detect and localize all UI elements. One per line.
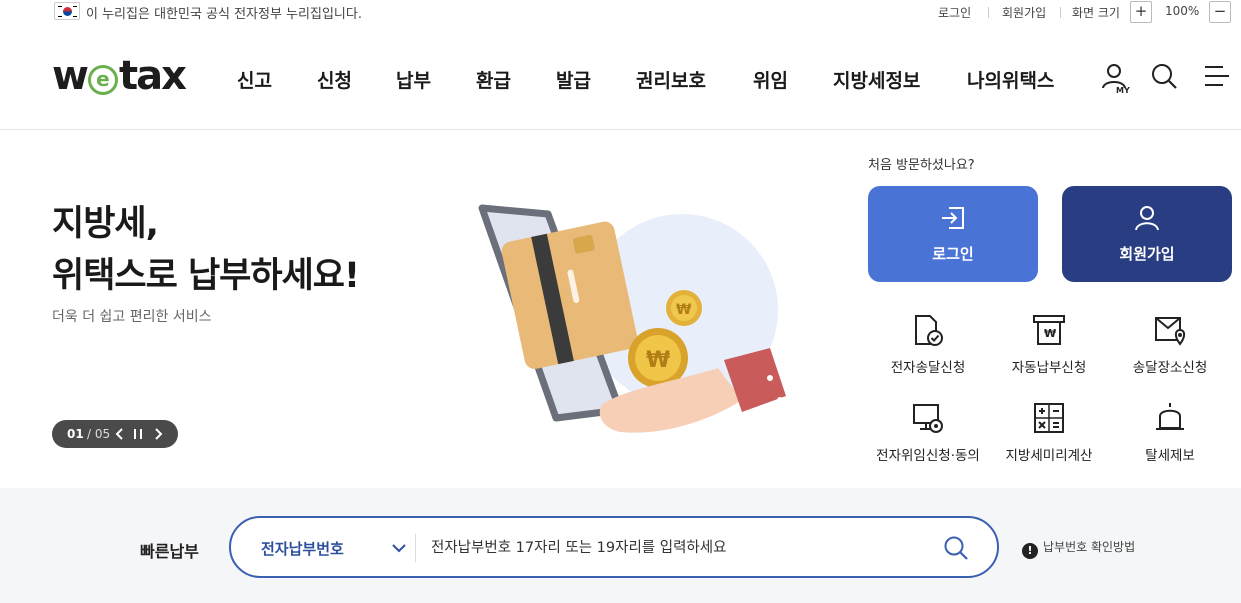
quick-link-tax-calculator[interactable]: 지방세미리계산 [989,402,1109,482]
pause-icon[interactable] [130,425,146,443]
slide-total: / 05 [87,427,111,441]
pay-type-select[interactable]: 전자납부번호 [261,538,344,559]
nav-pay[interactable]: 납부 [396,66,431,93]
svg-text:₩: ₩ [676,302,692,318]
zoom-label: 화면 크기 [1072,6,1120,20]
top-login-link[interactable]: 로그인 [938,4,971,21]
svg-text:₩: ₩ [646,348,670,373]
mail-location-icon [1155,317,1186,346]
payment-number-input[interactable] [431,528,911,568]
page: 이 누리집은 대한민국 공식 전자정부 누리집입니다. 로그인 회원가입 화면 … [0,0,1241,603]
document-check-icon [915,315,943,346]
svg-text:₩: ₩ [1044,327,1056,340]
nav-report[interactable]: 신고 [237,66,272,93]
korea-flag-icon [54,2,80,20]
monitor-delegation-icon [913,404,943,433]
user-icon [1135,206,1159,231]
zoom-in-button[interactable]: + [1130,1,1152,23]
nav-delegation[interactable]: 위임 [753,66,788,93]
nav-rights[interactable]: 권리보호 [636,66,706,93]
first-visit-text: 처음 방문하셨나요? [868,158,975,173]
my-page-icon[interactable]: MY [1100,62,1130,95]
quick-link-tax-evasion-report[interactable]: 탈세제보 [1110,402,1230,482]
payment-illustration: ₩ ₩ [470,200,810,470]
next-slide-icon[interactable] [150,425,166,443]
nav-apply[interactable]: 신청 [317,66,352,93]
gov-notice: 이 누리집은 대한민국 공식 전자정부 누리집입니다. [86,7,362,22]
quick-link-auto-pay[interactable]: ₩ 자동납부신청 [989,314,1109,394]
nav-my-wetax[interactable]: 나의위택스 [967,66,1054,93]
signup-button-label: 회원가입 [1119,245,1175,263]
quick-link-e-delivery[interactable]: 전자송달신청 [868,314,988,394]
login-icon [942,207,964,229]
prev-slide-icon[interactable] [112,425,128,443]
nav-tax-info[interactable]: 지방세정보 [833,66,920,93]
slide-current: 01 [67,427,84,441]
quick-pay-label: 빠른납부 [140,542,199,561]
info-icon: ! [1022,543,1038,559]
quick-pay-section: 빠른납부 전자납부번호 !납부번호 확인방법 [0,488,1241,603]
login-button-label: 로그인 [932,245,974,263]
gov-banner-bar: 이 누리집은 대한민국 공식 전자정부 누리집입니다. 로그인 회원가입 화면 … [0,0,1241,26]
payment-number-help-link[interactable]: ! 납부번호 확인방법 [1022,538,1135,559]
zoom-value: 100% [1165,4,1200,18]
auto-pay-icon: ₩ [1033,315,1065,345]
quick-link-e-delegation[interactable]: 전자위임신청·동의 [868,402,988,482]
quick-pay-box: 전자납부번호 [229,516,999,578]
top-signup-link[interactable]: 회원가입 [1002,4,1046,21]
slide-pager: 01 / 05 [52,420,178,448]
nav-refund[interactable]: 환급 [476,66,511,93]
hero-title: 지방세, 위택스로 납부하세요! [52,204,360,296]
signup-button[interactable]: 회원가입 [1062,186,1232,282]
calculator-icon [1034,403,1064,433]
zoom-out-button[interactable]: − [1209,1,1231,23]
pay-search-icon[interactable] [943,535,969,565]
alarm-bell-icon [1156,403,1184,430]
svg-text:MY: MY [1116,86,1130,95]
quick-link-delivery-address[interactable]: 송달장소신청 [1110,314,1230,394]
search-icon[interactable] [1150,62,1180,92]
hero-subtitle: 더욱 더 쉽고 편리한 서비스 [52,309,212,325]
menu-icon[interactable] [1203,62,1233,92]
wetax-logo[interactable]: w e tax [52,56,187,96]
site-header: w e tax 신고 신청 납부 환급 발급 권리보호 위임 지방세정보 나의위택스… [0,26,1241,130]
login-button[interactable]: 로그인 [868,186,1038,282]
nav-issue[interactable]: 발급 [556,66,591,93]
chevron-down-icon[interactable] [391,540,407,560]
